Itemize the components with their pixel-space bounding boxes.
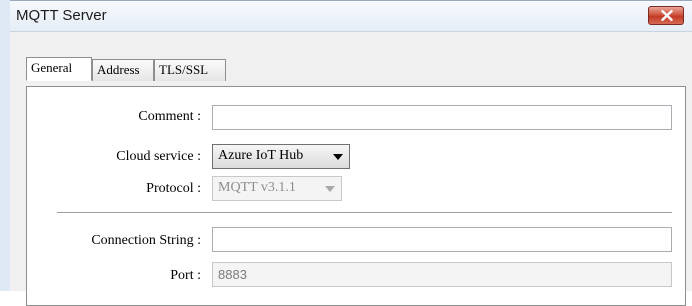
- cloud-service-selected: Azure IoT Hub: [218, 148, 304, 163]
- protocol-dropdown[interactable]: MQTT v3.1.1: [212, 176, 342, 201]
- port-label: Port :: [170, 268, 201, 283]
- comment-label: Comment :: [138, 109, 201, 124]
- comment-input[interactable]: [212, 105, 672, 130]
- tab-tls-ssl-label: TLS/SSL: [159, 62, 209, 77]
- close-button[interactable]: [648, 6, 684, 25]
- tab-tls-ssl[interactable]: TLS/SSL: [154, 59, 226, 81]
- title-bar[interactable]: MQTT Server: [10, 1, 692, 32]
- connection-string-input[interactable]: [212, 227, 672, 252]
- tab-address-label: Address: [97, 62, 140, 77]
- tab-general[interactable]: General: [26, 57, 92, 81]
- tab-address[interactable]: Address: [92, 59, 154, 81]
- cloud-service-label: Cloud service :: [116, 149, 201, 164]
- cloud-service-dropdown[interactable]: Azure IoT Hub: [212, 144, 350, 169]
- protocol-label: Protocol :: [146, 181, 201, 196]
- chevron-down-icon: [325, 186, 335, 192]
- general-tab-panel: Comment : Cloud service : Azure IoT Hub …: [26, 86, 686, 306]
- window-title: MQTT Server: [16, 7, 107, 24]
- close-icon: [661, 10, 673, 21]
- protocol-selected: MQTT v3.1.1: [218, 180, 296, 195]
- mqtt-server-dialog: MQTT Server General Address TLS/SSL Comm…: [10, 0, 692, 306]
- port-input[interactable]: 8883: [212, 262, 672, 287]
- chevron-down-icon: [333, 154, 343, 160]
- tab-general-label: General: [31, 60, 73, 75]
- connection-string-label: Connection String :: [91, 233, 201, 248]
- section-divider: [57, 212, 672, 213]
- port-value: 8883: [218, 267, 247, 282]
